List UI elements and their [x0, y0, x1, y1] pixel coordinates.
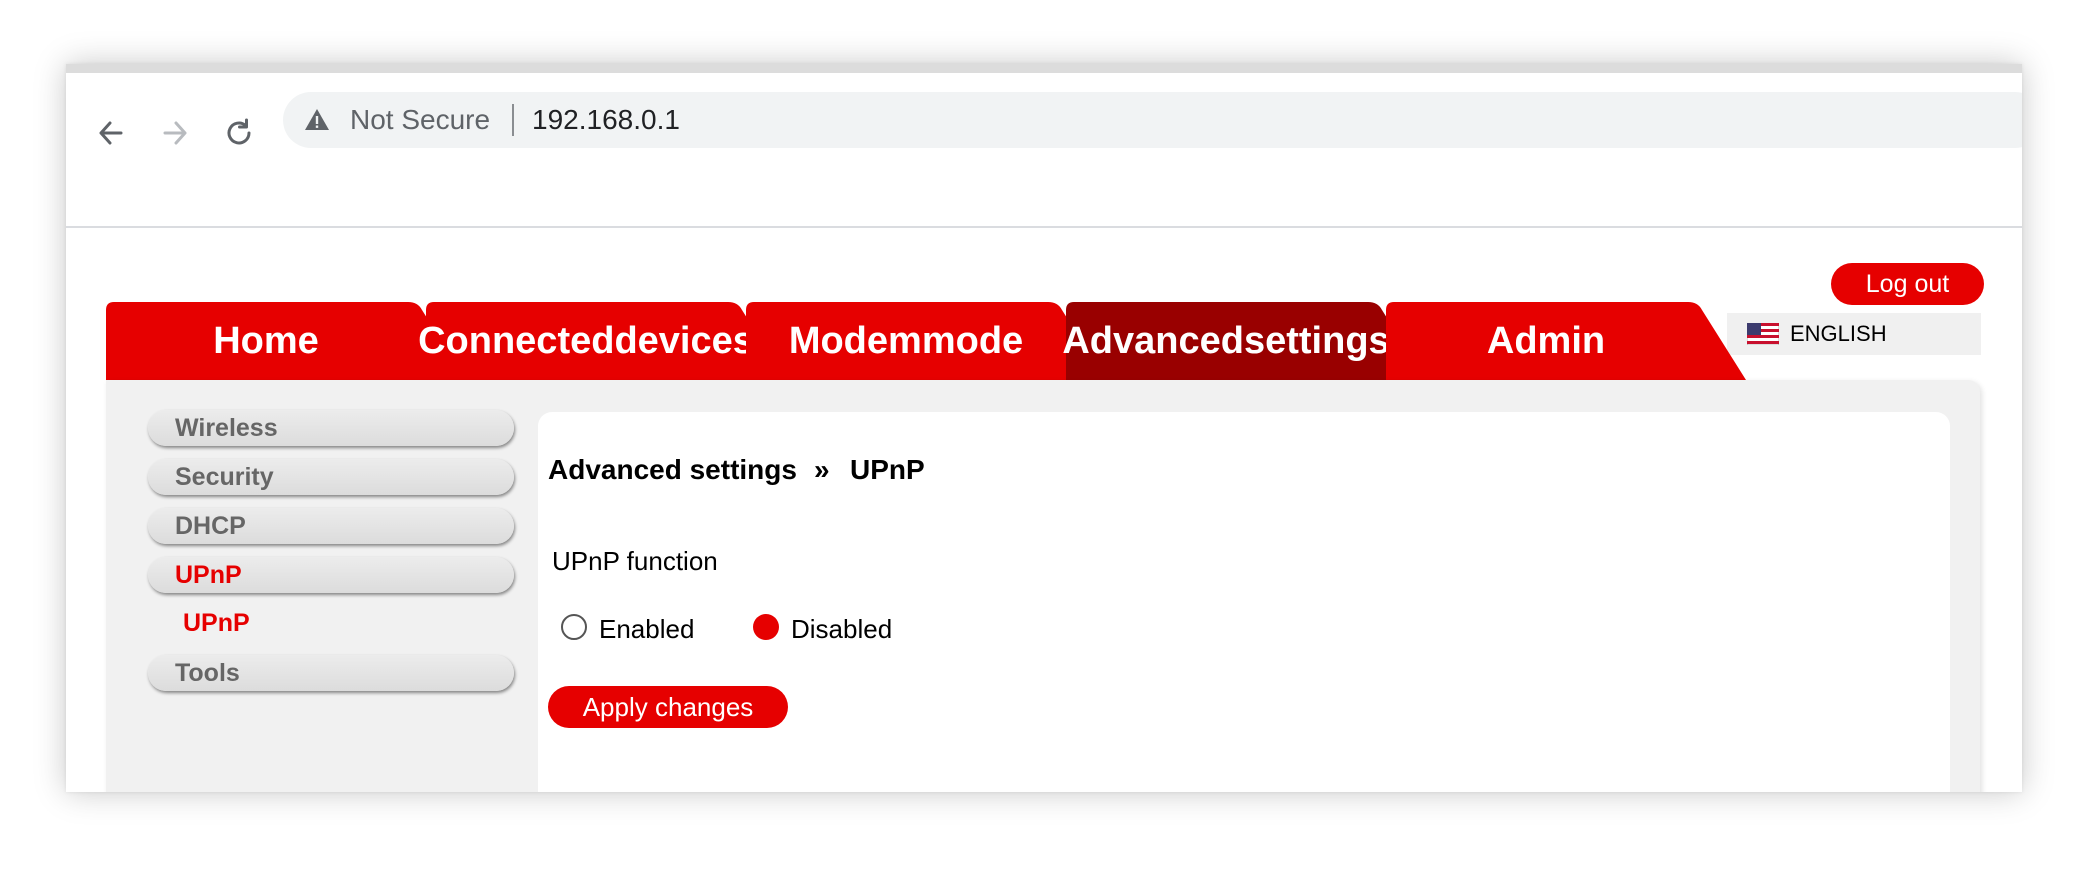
breadcrumb-separator: »	[814, 454, 830, 485]
upnp-function-label: UPnP function	[552, 546, 718, 576]
tab-label-line: Connected	[418, 320, 615, 362]
sidebar-item-tools[interactable]: Tools	[148, 655, 514, 691]
sidebar-item-label: Tools	[175, 659, 240, 687]
tab-home[interactable]: Home	[106, 302, 466, 380]
apply-changes-button[interactable]: Apply changes	[548, 686, 788, 728]
url-text[interactable]: 192.168.0.1	[532, 104, 680, 136]
router-page: Log out ENGLISH Home Connected devices Mode…	[66, 228, 2022, 792]
tab-label: Modem mode	[746, 302, 1066, 380]
tab-advanced-settings[interactable]: Advanced settings	[1062, 302, 1426, 380]
address-divider	[512, 104, 514, 136]
sidebar-item-dhcp[interactable]: DHCP	[148, 508, 514, 544]
arrow-right-icon	[163, 121, 187, 145]
sidebar-item-label: UPnP	[175, 561, 242, 589]
warning-triangle-icon[interactable]	[303, 106, 331, 134]
tab-connected-devices[interactable]: Connected devices	[418, 302, 786, 380]
tab-label-line: Modem	[788, 320, 922, 362]
tab-modem-mode[interactable]: Modem mode	[746, 302, 1106, 380]
language-select[interactable]: ENGLISH	[1727, 313, 1981, 355]
disabled-radio[interactable]	[753, 614, 779, 640]
sidebar-item-wireless[interactable]: Wireless	[148, 410, 514, 446]
sidebar-subitem-upnp[interactable]: UPnP	[183, 609, 250, 637]
content-area: Wireless Security DHCP UPnP UPnP Tools A…	[106, 380, 1980, 792]
tab-label-line: settings	[1243, 320, 1390, 362]
tab-label-line: Advanced	[1062, 320, 1244, 362]
sidebar-item-label: DHCP	[175, 512, 246, 540]
back-button[interactable]	[91, 113, 131, 153]
page-title: UPnP	[850, 454, 925, 485]
browser-window: Not Secure 192.168.0.1 Log out ENGLISH H…	[66, 64, 2022, 792]
reload-button[interactable]	[219, 113, 259, 153]
enabled-radio[interactable]	[561, 614, 587, 640]
tab-label: Advanced settings	[1062, 302, 1389, 380]
tab-label-line: Home	[213, 320, 319, 362]
sidebar-item-label: Security	[175, 463, 274, 491]
arrow-left-icon	[99, 121, 123, 145]
enabled-radio-label[interactable]: Enabled	[599, 614, 694, 644]
reload-icon	[227, 118, 251, 145]
logout-button[interactable]: Log out	[1831, 263, 1984, 305]
address-bar[interactable]: Not Secure 192.168.0.1	[283, 92, 2022, 148]
main-panel: Advanced settings » UPnP UPnP function E…	[538, 412, 1950, 792]
browser-toolbar: Not Secure 192.168.0.1	[66, 73, 2022, 228]
tab-label: Admin	[1386, 302, 1706, 380]
language-label: ENGLISH	[1790, 321, 1887, 346]
disabled-radio-label[interactable]: Disabled	[791, 614, 892, 644]
window-top-strip	[66, 64, 2022, 73]
tab-admin[interactable]: Admin	[1386, 302, 1746, 380]
tab-label: Home	[106, 302, 426, 380]
sidebar-item-upnp[interactable]: UPnP	[148, 557, 514, 593]
tab-label-line: devices	[614, 320, 754, 362]
tab-label: Connected devices	[418, 302, 754, 380]
tab-label-line: mode	[921, 320, 1024, 362]
sidebar-item-label: Wireless	[175, 414, 278, 442]
security-status[interactable]: Not Secure	[350, 104, 490, 136]
sidebar-item-security[interactable]: Security	[148, 459, 514, 495]
forward-button[interactable]	[155, 113, 195, 153]
breadcrumb-parent[interactable]: Advanced settings	[548, 454, 797, 486]
tab-label-line: Admin	[1486, 320, 1606, 362]
us-flag-icon	[1747, 323, 1779, 345]
